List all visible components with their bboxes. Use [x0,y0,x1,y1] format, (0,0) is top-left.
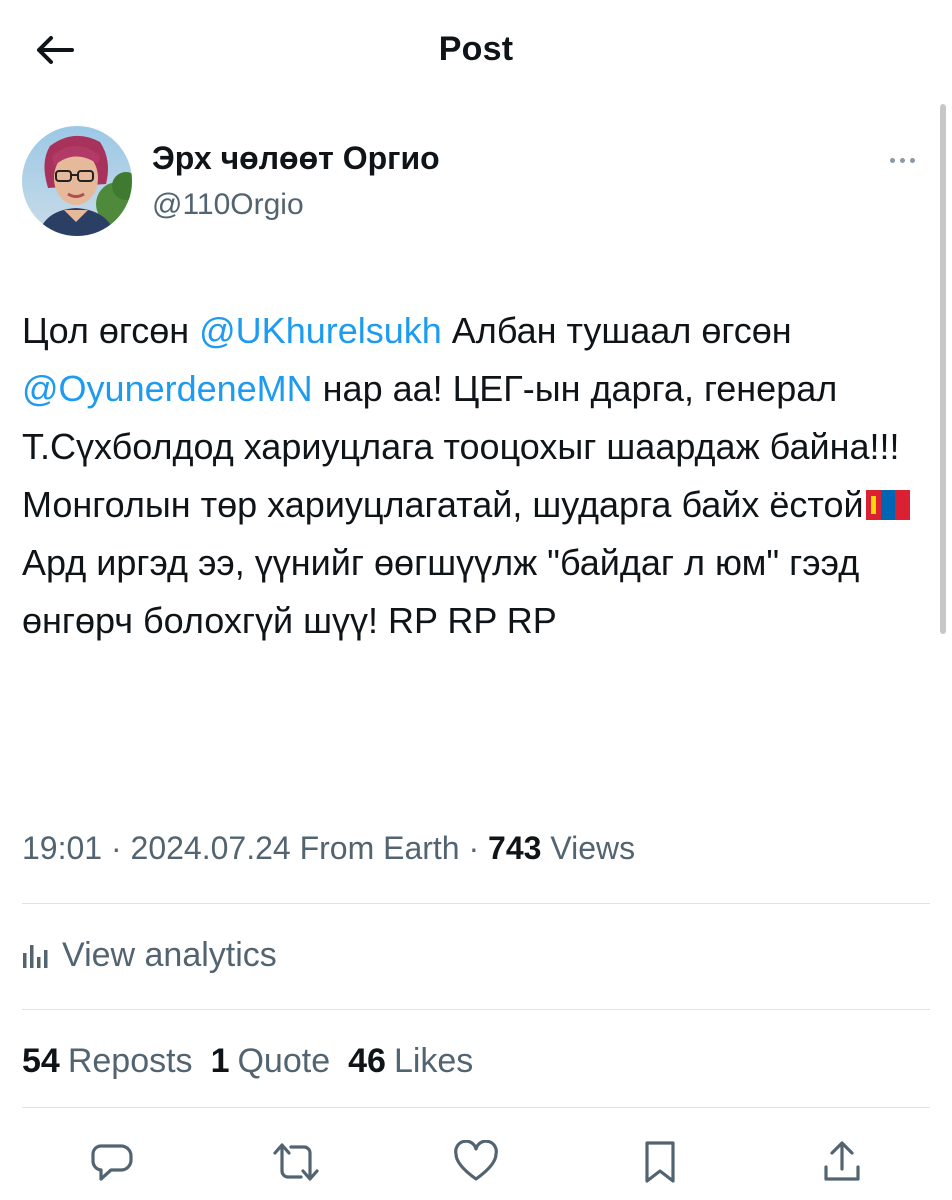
views-label: Views [550,830,636,866]
page-title: Post [438,30,514,68]
tweet-text-segment: Цол өгсөн [22,310,200,351]
reposts-count: 54 [22,1041,60,1080]
tweet-text-segment: Албан тушаал өгсөн [441,310,792,351]
reply-button[interactable] [82,1132,142,1192]
likes-label: Likes [393,1041,474,1080]
author-handle[interactable]: @110Orgio [152,188,304,222]
divider [22,903,930,904]
like-button[interactable] [446,1132,506,1192]
tweet-text: Цол өгсөн @UKhurelsukh Албан тушаал өгсө… [22,302,922,650]
tweet-source: From Earth [299,830,460,866]
share-icon [824,1141,860,1181]
analytics-icon [23,945,48,968]
scrollbar[interactable] [940,104,946,634]
mention-link-oyunerdenemn[interactable]: @OyunerdeneMN [22,368,313,409]
action-bar [0,1132,952,1192]
tweet-time[interactable]: 19:01 [22,830,102,866]
view-analytics-button[interactable]: View analytics [22,930,277,980]
quotes-stat[interactable]: 1 Quote [211,1042,331,1081]
reposts-label: Reposts [67,1041,193,1080]
divider [22,1009,930,1010]
tweet-meta: 19:01 · 2024.07.24 From Earth · 743 View… [22,830,635,867]
likes-count: 46 [348,1041,386,1080]
more-dot-icon [909,157,915,163]
mongolia-flag-emoji [865,479,910,520]
like-icon [454,1140,498,1181]
tweet-date[interactable]: 2024.07.24 [131,830,291,866]
more-options-button[interactable] [882,150,922,170]
more-dot-icon [899,157,905,163]
author-display-name[interactable]: Эрх чөлөөт Оргио [152,140,440,177]
likes-stat[interactable]: 46 Likes [348,1042,473,1081]
quote-label: Quote [237,1041,331,1080]
more-dot-icon [889,157,895,163]
view-analytics-label: View analytics [62,935,277,974]
tweet-text-segment: Ард иргэд ээ, үүнийг өөгшүүлж "байдаг л … [22,542,860,641]
meta-separator: · [468,830,480,866]
bookmark-icon [645,1141,675,1183]
engagement-stats: 54 Reposts 1 Quote 46 Likes [22,1036,491,1086]
views-count: 743 [488,830,542,866]
reposts-stat[interactable]: 54 Reposts [22,1042,193,1081]
top-bar: Post [0,0,952,100]
repost-button[interactable] [266,1132,326,1192]
bookmark-button[interactable] [630,1132,690,1192]
mention-link-ukhurelsukh[interactable]: @UKhurelsukh [199,310,442,351]
author-row: Эрх чөлөөт Оргио @110Orgio [22,126,922,238]
avatar[interactable] [22,126,132,236]
share-button[interactable] [812,1132,872,1192]
meta-separator: · [110,830,122,866]
reply-icon [91,1144,133,1181]
quote-count: 1 [210,1041,230,1080]
divider [22,1107,930,1108]
repost-icon [273,1143,319,1181]
